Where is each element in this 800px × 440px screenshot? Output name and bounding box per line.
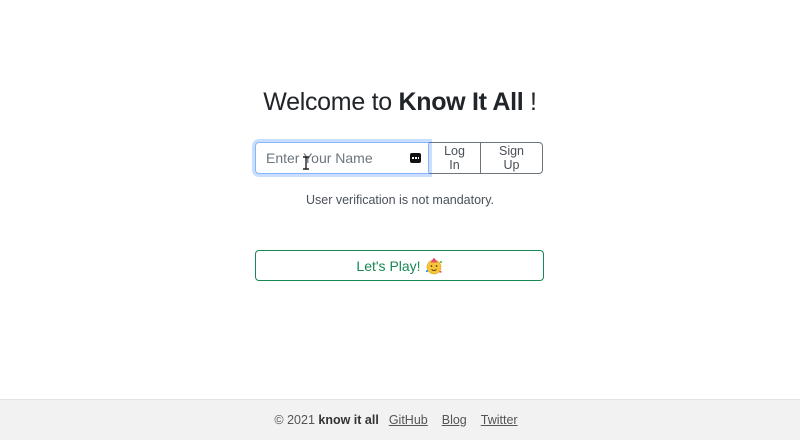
page-title: Welcome to Know It All !	[0, 88, 800, 117]
page: Welcome to Know It All ! Log In Sign Up …	[0, 0, 800, 440]
play-label: Let's Play!	[356, 257, 421, 274]
partying-face-icon	[425, 257, 442, 274]
title-suffix: !	[523, 88, 537, 116]
title-brand: Know It All	[398, 88, 524, 116]
autofill-icon[interactable]	[410, 153, 421, 163]
copyright-brand: know it all	[318, 413, 379, 427]
login-form: Log In Sign Up	[255, 142, 543, 174]
name-field[interactable]	[255, 142, 429, 174]
twitter-link[interactable]: Twitter	[481, 413, 518, 427]
verification-note: User verification is not mandatory.	[305, 193, 495, 207]
blog-link[interactable]: Blog	[442, 413, 467, 427]
footer: © 2021 know it all GitHub Blog Twitter	[0, 399, 800, 440]
copyright: © 2021 know it all	[274, 413, 378, 427]
play-button[interactable]: Let's Play!	[255, 250, 544, 281]
name-input[interactable]	[256, 143, 428, 173]
github-link[interactable]: GitHub	[389, 413, 428, 427]
title-prefix: Welcome to	[263, 88, 399, 116]
signup-button[interactable]: Sign Up	[480, 142, 543, 174]
login-button[interactable]: Log In	[429, 142, 481, 174]
copyright-prefix: © 2021	[274, 413, 315, 427]
